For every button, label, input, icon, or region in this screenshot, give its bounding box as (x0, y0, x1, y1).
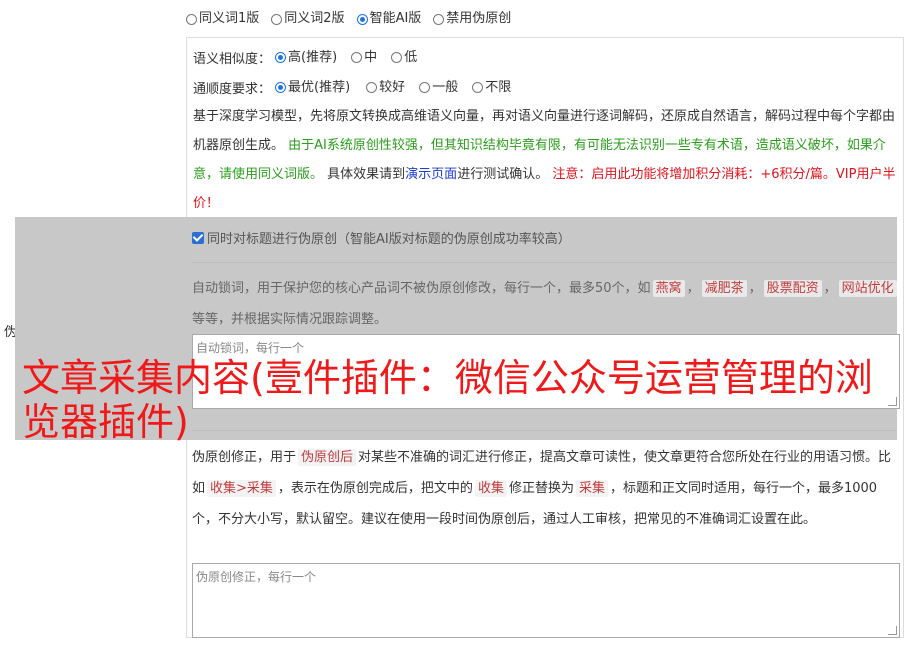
fluency-label: 通顺度要求： (193, 82, 272, 97)
radio-icon[interactable] (186, 13, 197, 25)
lock-words-description: 自动锁词，用于保护您的核心产品词不被伪原创修改，每行一个，最多50个，如 燕窝，减… (192, 273, 900, 335)
tag: 伪原创后 (298, 449, 357, 466)
tag: 收集 (474, 480, 507, 497)
fluency-normal[interactable]: 一般 (419, 79, 458, 97)
radio-selected-icon[interactable] (356, 13, 368, 25)
divider (192, 262, 897, 263)
correction-textarea[interactable]: 伪原创修正，每行一个 (192, 563, 900, 638)
tag: 燕窝 (652, 280, 685, 297)
radio-icon[interactable] (351, 52, 363, 63)
checkbox-checked-icon[interactable] (192, 231, 204, 244)
similarity-high[interactable]: 高(推荐) (275, 49, 337, 67)
radio-icon[interactable] (366, 82, 378, 93)
version-radio-group: 同义词1版 同义词2版 智能AI版 禁用伪原创 (186, 10, 517, 28)
radio-icon[interactable] (472, 82, 484, 93)
fluency-good[interactable]: 较好 (366, 79, 405, 97)
article-overlay-title: 文章采集内容(壹件插件：微信公众号运营管理的浏览器插件) (22, 356, 873, 444)
demo-page-link[interactable]: 演示页面 (405, 167, 457, 182)
ai-description: 基于深度学习模型，先将原文转换成高维语义向量，再对语义向量进行逐词解码，还原成自… (193, 109, 896, 211)
radio-icon[interactable] (391, 52, 403, 63)
resize-handle-icon[interactable] (888, 626, 897, 635)
version-option-disable[interactable]: 禁用伪原创 (433, 10, 511, 28)
correction-description: 伪原创修正，用于 伪原创后 对某些不准确的词汇进行修正，提高文章可读性，使文章更符合… (192, 449, 892, 527)
similarity-mid[interactable]: 中 (351, 49, 377, 67)
similarity-label: 语义相似度： (193, 52, 272, 67)
fluency-row: 通顺度要求： 最优(推荐) 较好 一般 不限 (193, 78, 517, 98)
fluency-any[interactable]: 不限 (472, 79, 511, 97)
version-option-synonym1[interactable]: 同义词1版 (186, 10, 259, 28)
title-rewrite-checkbox-row[interactable]: 同时对标题进行伪原创（智能AI版对标题的伪原创成功率较高） (192, 228, 571, 247)
tag: 收集>采集 (207, 480, 276, 497)
version-option-ai[interactable]: 智能AI版 (356, 10, 421, 28)
similarity-row: 语义相似度： 高(推荐) 中 低 (193, 48, 423, 68)
radio-selected-icon[interactable] (275, 82, 287, 93)
tag: 采集 (575, 480, 608, 497)
version-option-synonym2[interactable]: 同义词2版 (271, 10, 345, 28)
radio-icon[interactable] (433, 13, 445, 25)
radio-icon[interactable] (271, 13, 283, 25)
fluency-best[interactable]: 最优(推荐) (275, 79, 350, 97)
radio-icon[interactable] (419, 82, 431, 93)
tag: 股票配资 (763, 280, 822, 297)
similarity-low[interactable]: 低 (391, 49, 417, 67)
tag: 网站优化 (838, 280, 897, 297)
radio-selected-icon[interactable] (275, 52, 287, 63)
tag: 减肥茶 (701, 280, 747, 297)
